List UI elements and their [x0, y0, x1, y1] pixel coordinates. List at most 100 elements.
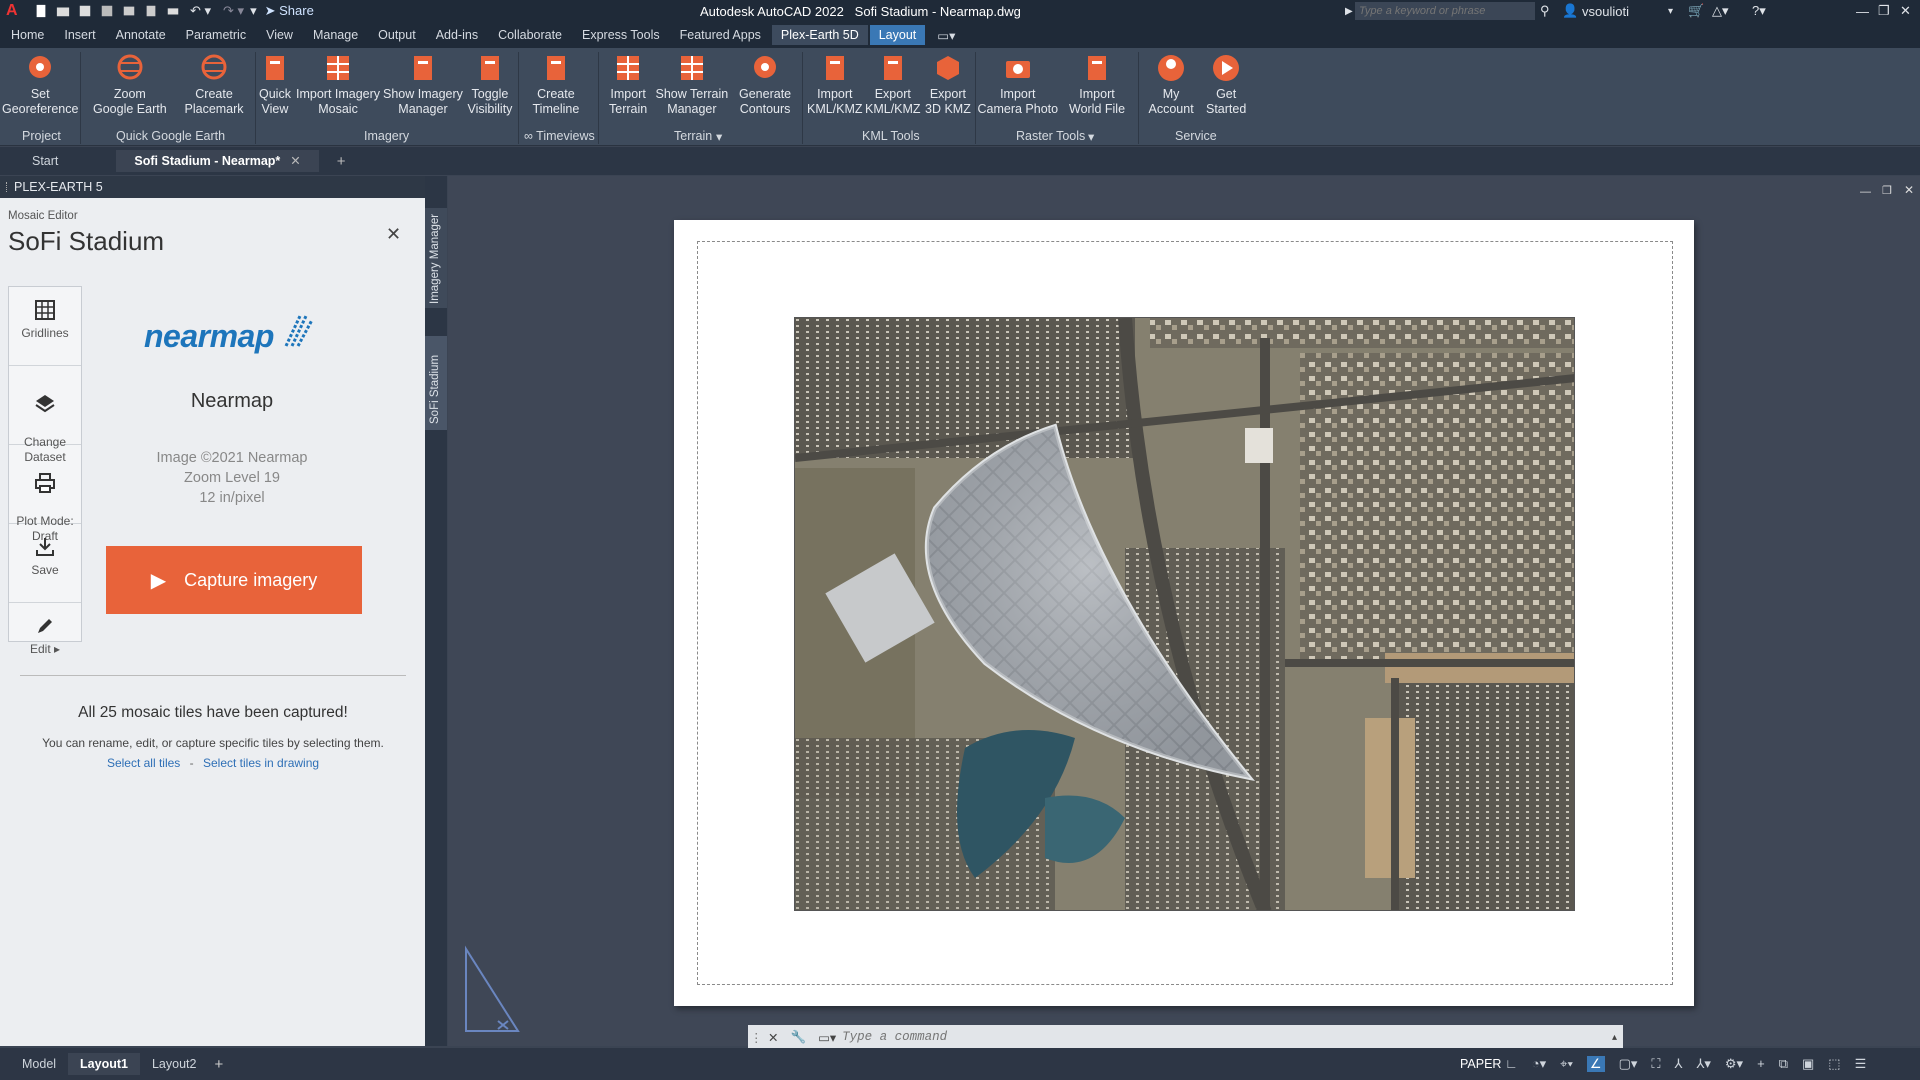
create-timeline-button[interactable]: Create Timeline	[533, 52, 579, 117]
user-avatar-icon[interactable]: 👤	[1562, 3, 1578, 19]
command-customize-icon[interactable]: 🔧	[790, 1030, 806, 1045]
help-icon[interactable]: ?▾	[1752, 3, 1766, 19]
select-all-tiles-link[interactable]: Select all tiles	[107, 756, 180, 770]
viewport-restore-icon[interactable]: ❐	[1882, 184, 1892, 197]
new-file-icon[interactable]	[33, 4, 49, 18]
panel-label-terrain[interactable]: Terrain	[674, 129, 712, 143]
gridlines-button[interactable]: Gridlines	[9, 287, 81, 366]
customize-quick-access-icon[interactable]: ▾	[250, 3, 257, 19]
tab-view[interactable]: View	[257, 25, 302, 45]
isolate-objects-icon[interactable]: ⧉	[1779, 1056, 1788, 1072]
import-imagery-mosaic-button[interactable]: Import Imagery Mosaic	[296, 52, 380, 117]
import-camera-photo-button[interactable]: Import Camera Photo	[978, 52, 1058, 117]
publish-icon[interactable]	[121, 4, 137, 18]
export-icon[interactable]	[143, 4, 159, 18]
tab-express-tools[interactable]: Express Tools	[573, 25, 669, 45]
share-button[interactable]: ➤ Share	[265, 3, 314, 19]
customization-menu-icon[interactable]: ☰	[1855, 1056, 1867, 1072]
terrain-panel-dropdown-icon[interactable]: ▾	[716, 129, 722, 144]
restore-icon[interactable]: ❐	[1878, 3, 1890, 19]
show-terrain-manager-button[interactable]: Show Terrain Manager	[656, 52, 728, 117]
panel-label-raster-tools[interactable]: Raster Tools	[1016, 129, 1085, 143]
plus-icon[interactable]: +	[1757, 1056, 1765, 1072]
tab-insert[interactable]: Insert	[55, 25, 104, 45]
generate-contours-button[interactable]: Generate Contours	[739, 52, 791, 117]
command-input[interactable]	[842, 1027, 1612, 1047]
autodesk-app-icon[interactable]: △▾	[1712, 3, 1729, 19]
import-world-file-button[interactable]: Import World File	[1069, 52, 1125, 117]
user-dropdown-icon[interactable]: ▾	[1668, 6, 1673, 17]
tab-featured-apps[interactable]: Featured Apps	[671, 25, 770, 45]
hardware-acceleration-icon[interactable]: ▣	[1802, 1056, 1814, 1072]
tab-manage[interactable]: Manage	[304, 25, 367, 45]
undo-icon[interactable]: ↶ ▾	[190, 3, 211, 19]
zoom-google-earth-button[interactable]: Zoom Google Earth	[93, 52, 167, 117]
select-tiles-in-drawing-link[interactable]: Select tiles in drawing	[203, 756, 319, 770]
ribbon-options-icon[interactable]: ▭▾	[937, 28, 955, 43]
add-layout-icon[interactable]: +	[214, 1056, 223, 1073]
tab-home[interactable]: Home	[2, 25, 53, 45]
change-dataset-button[interactable]: Change Dataset	[9, 366, 81, 464]
selection-cycling-icon[interactable]: ▢▾	[1619, 1056, 1638, 1072]
capture-imagery-button[interactable]: ▶ Capture imagery	[106, 546, 362, 614]
import-kml-button[interactable]: Import KML/KMZ	[807, 52, 863, 117]
model-space-icon[interactable]: ⛶	[1651, 1056, 1660, 1072]
my-account-button[interactable]: My Account	[1149, 52, 1194, 117]
create-placemark-button[interactable]: Create Placemark	[185, 52, 244, 117]
palette-close-icon[interactable]: ✕	[386, 224, 401, 245]
raster-panel-dropdown-icon[interactable]: ▾	[1088, 129, 1094, 144]
command-history-icon[interactable]: ▭▾	[818, 1030, 836, 1045]
viewport-close-icon[interactable]: ✕	[1904, 183, 1914, 197]
command-close-icon[interactable]: ✕	[768, 1030, 778, 1045]
layout-tab-layout2[interactable]: Layout2	[140, 1053, 208, 1075]
side-tab-imagery-manager[interactable]: Imagery Manager	[425, 208, 447, 308]
command-expand-icon[interactable]: ▴	[1612, 1032, 1617, 1043]
print-icon[interactable]	[165, 4, 181, 18]
import-terrain-button[interactable]: Import Terrain	[609, 52, 647, 117]
search-icon[interactable]: ⚲	[1540, 3, 1550, 19]
annotation-visibility-icon[interactable]: ⅄	[1674, 1056, 1682, 1072]
cart-icon[interactable]: 🛒	[1688, 3, 1704, 19]
tab-annotate[interactable]: Annotate	[107, 25, 175, 45]
get-started-button[interactable]: Get Started	[1206, 52, 1246, 117]
polar-tracking-icon[interactable]: ◔▾	[1532, 1056, 1546, 1072]
clean-screen-icon[interactable]: ⬚	[1828, 1056, 1840, 1072]
command-grip-icon[interactable]: ⋮	[750, 1030, 763, 1045]
doc-tab-start[interactable]: Start	[14, 150, 76, 172]
tab-add-ins[interactable]: Add-ins	[427, 25, 487, 45]
tab-output[interactable]: Output	[369, 25, 425, 45]
tab-plex-earth[interactable]: Plex-Earth 5D	[771, 25, 868, 45]
set-georeference-button[interactable]: Set Georeference	[2, 52, 78, 117]
close-icon[interactable]: ✕	[1900, 3, 1911, 19]
layout-tab-layout1[interactable]: Layout1	[68, 1053, 140, 1075]
quick-view-button[interactable]: Quick View	[259, 52, 291, 117]
annotation-scale-icon[interactable]: ⅄▾	[1696, 1056, 1710, 1072]
search-input[interactable]	[1355, 2, 1535, 20]
viewport-minimize-icon[interactable]: —	[1860, 186, 1871, 198]
expand-arrow-icon[interactable]: ▶	[1345, 6, 1353, 17]
toggle-visibility-button[interactable]: Toggle Visibility	[468, 52, 512, 117]
grid-snap-icon[interactable]: ∟	[1505, 1056, 1518, 1072]
export-kml-button[interactable]: Export KML/KMZ	[865, 52, 921, 117]
side-tab-sofi-stadium[interactable]: SoFi Stadium	[425, 336, 447, 430]
tab-collaborate[interactable]: Collaborate	[489, 25, 571, 45]
minimize-icon[interactable]: —	[1856, 4, 1869, 19]
lineweight-icon[interactable]: ∠	[1586, 1056, 1605, 1072]
settings-gear-icon[interactable]: ⚙▾	[1725, 1056, 1743, 1072]
tab-parametric[interactable]: Parametric	[177, 25, 255, 45]
palette-grip-icon[interactable]	[6, 182, 9, 192]
open-folder-icon[interactable]	[55, 4, 71, 18]
object-snap-icon[interactable]: ⌖▾	[1560, 1056, 1573, 1072]
save-as-icon[interactable]	[99, 4, 115, 18]
new-tab-icon[interactable]: +	[337, 153, 346, 170]
autocad-logo-icon[interactable]: A	[6, 2, 30, 20]
redo-icon[interactable]: ↷ ▾	[223, 3, 244, 19]
aerial-imagery-mosaic[interactable]	[794, 317, 1575, 911]
user-name[interactable]: vsoulioti	[1582, 4, 1629, 19]
show-imagery-manager-button[interactable]: Show Imagery Manager	[383, 52, 463, 117]
layout-tab-model[interactable]: Model	[10, 1053, 68, 1075]
export-3d-kmz-button[interactable]: Export 3D KMZ	[925, 52, 971, 117]
edit-button[interactable]: Edit ▸	[9, 603, 81, 682]
save-icon[interactable]	[77, 4, 93, 18]
tab-layout[interactable]: Layout	[869, 25, 926, 45]
